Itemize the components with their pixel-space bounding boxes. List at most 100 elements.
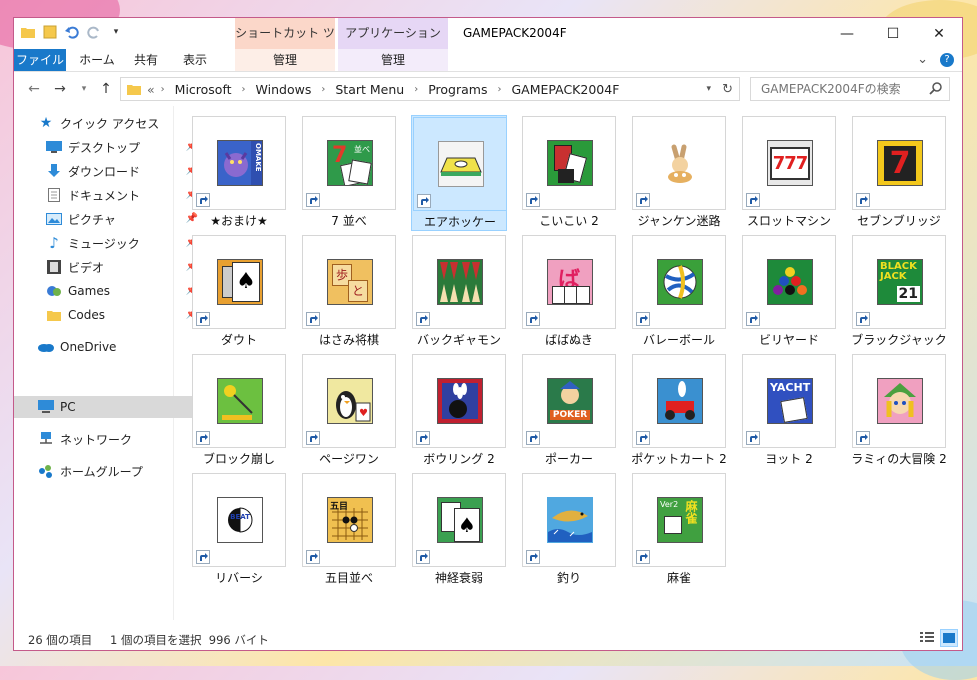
file-hasami-shogi[interactable]: 歩 と はさみ将棋 bbox=[301, 234, 397, 350]
nav-item-music[interactable]: ♪ ミュージック 📌 bbox=[14, 232, 204, 254]
back-arrow-icon[interactable]: ← bbox=[24, 80, 44, 98]
nav-item-games[interactable]: Games 📌 bbox=[14, 280, 204, 302]
large-icons-view-icon[interactable] bbox=[940, 629, 958, 647]
tab-manage-shortcut[interactable]: 管理 bbox=[235, 49, 335, 71]
ribbon-collapse-chevron-icon[interactable]: ⌄ bbox=[917, 52, 928, 67]
maximize-button[interactable]: ☐ bbox=[870, 18, 916, 49]
nav-item-pictures[interactable]: ピクチャ 📌 bbox=[14, 208, 204, 230]
nav-network[interactable]: ネットワーク bbox=[14, 428, 196, 450]
file-janken[interactable]: ジャンケン迷路 bbox=[631, 115, 727, 231]
breadcrumb-programs[interactable]: Programs bbox=[428, 82, 487, 97]
folder-icon bbox=[127, 83, 141, 95]
nav-label: ダウンロード bbox=[68, 164, 141, 179]
file-label: 五目並べ bbox=[324, 571, 373, 585]
file-fishing[interactable]: 釣り bbox=[521, 472, 617, 588]
poker-icon-text: POKER bbox=[550, 410, 590, 420]
nav-item-desktop[interactable]: デスクトップ 📌 bbox=[14, 136, 204, 158]
file-backgammon[interactable]: バックギャモン bbox=[411, 234, 507, 350]
context-tab-shortcut-tools[interactable]: ショートカット ツール bbox=[235, 18, 335, 71]
breadcrumb-separator-icon[interactable]: › bbox=[242, 84, 246, 95]
context-tab-application-tools[interactable]: アプリケーション ツール bbox=[338, 18, 448, 71]
file-thumbnail: 7 並べ bbox=[302, 116, 396, 210]
breadcrumb-windows[interactable]: Windows bbox=[256, 82, 312, 97]
nav-homegroup[interactable]: ホームグループ bbox=[14, 460, 196, 482]
address-dropdown-chevron-icon[interactable]: ▾ bbox=[706, 84, 711, 94]
chevron-down-icon[interactable]: ▾ bbox=[108, 24, 124, 40]
breadcrumb-overflow[interactable]: « bbox=[147, 82, 155, 97]
tab-file[interactable]: ファイル bbox=[14, 49, 66, 71]
file-pocket-kart2[interactable]: ポケットカート 2 bbox=[631, 353, 727, 469]
forward-arrow-icon[interactable]: → bbox=[50, 80, 70, 98]
nav-quick-access[interactable]: ★ クイック アクセス bbox=[14, 112, 196, 134]
nav-pc[interactable]: PC bbox=[14, 396, 196, 418]
file-7narabe[interactable]: 7 並べ 7 並べ bbox=[301, 115, 397, 231]
search-input[interactable] bbox=[759, 81, 933, 97]
file-babanuki[interactable]: ば ばばぬき bbox=[521, 234, 617, 350]
file-poker[interactable]: POKER ポーカー bbox=[521, 353, 617, 469]
ribbon-tabs: ファイル ホーム 共有 表示 管理 管理 ⌄ ? bbox=[14, 49, 962, 72]
breadcrumb-separator-icon[interactable]: › bbox=[161, 84, 165, 95]
breadcrumb-separator-icon[interactable]: › bbox=[414, 84, 418, 95]
close-button[interactable]: ✕ bbox=[916, 18, 962, 49]
file-label: セブンブリッジ bbox=[857, 214, 941, 228]
reversi-icon: BEAT REVERSI bbox=[217, 497, 263, 543]
breadcrumb-start-menu[interactable]: Start Menu bbox=[335, 82, 404, 97]
cloud-icon bbox=[38, 339, 54, 355]
file-blackjack[interactable]: BLACK JACK 21 ブラックジャック bbox=[851, 234, 947, 350]
file-koikoi2[interactable]: こいこい 2 bbox=[521, 115, 617, 231]
help-icon[interactable]: ? bbox=[940, 52, 954, 67]
tab-view[interactable]: 表示 bbox=[172, 49, 218, 71]
sevens-card-game-icon: 7 並べ bbox=[327, 140, 373, 186]
shortcut-arrow-icon bbox=[526, 193, 540, 207]
minimize-button[interactable]: — bbox=[824, 18, 870, 49]
properties-icon[interactable] bbox=[42, 24, 58, 40]
yacht-dice-icon: YACHT bbox=[767, 378, 813, 424]
file-seven-bridge[interactable]: 7 セブンブリッジ bbox=[851, 115, 947, 231]
file-omake[interactable]: OMAKE ★おまけ★ bbox=[191, 115, 287, 231]
file-doubt[interactable]: ♠ ダウト bbox=[191, 234, 287, 350]
address-bar[interactable]: « › Microsoft › Windows › Start Menu › P… bbox=[120, 77, 740, 101]
file-billiards[interactable]: ビリヤード bbox=[741, 234, 837, 350]
blackjack-icon: BLACK JACK 21 bbox=[877, 259, 923, 305]
recent-locations-chevron-icon[interactable]: ▾ bbox=[74, 80, 94, 98]
file-label: ばばぬき bbox=[545, 333, 593, 347]
tab-share[interactable]: 共有 bbox=[126, 49, 166, 71]
undo-icon[interactable] bbox=[64, 24, 80, 40]
search-box[interactable] bbox=[750, 77, 950, 101]
file-air-hockey[interactable]: エアホッケー bbox=[411, 115, 507, 231]
nav-onedrive[interactable]: OneDrive bbox=[14, 336, 196, 358]
file-volleyball[interactable]: バレーボール bbox=[631, 234, 727, 350]
nav-item-downloads[interactable]: ダウンロード 📌 bbox=[14, 160, 204, 182]
pictures-icon bbox=[46, 211, 62, 227]
nav-item-video[interactable]: ビデオ 📌 bbox=[14, 256, 204, 278]
details-view-icon[interactable] bbox=[918, 629, 936, 647]
shortcut-arrow-icon bbox=[196, 431, 210, 445]
tab-home[interactable]: ホーム bbox=[72, 49, 122, 71]
refresh-icon[interactable]: ↻ bbox=[722, 82, 733, 97]
file-reversi[interactable]: BEAT REVERSI リバーシ bbox=[191, 472, 287, 588]
shortcut-arrow-icon bbox=[306, 431, 320, 445]
file-page-one[interactable]: ♥ ページワン bbox=[301, 353, 397, 469]
breadcrumb-microsoft[interactable]: Microsoft bbox=[175, 82, 232, 97]
gomoku-board-icon: 五目 bbox=[327, 497, 373, 543]
mahjong-icon-text: 麻雀 bbox=[684, 500, 698, 524]
breadcrumb-separator-icon[interactable]: › bbox=[497, 84, 501, 95]
status-bar: 26 個の項目 1 個の項目を選択 996 バイト bbox=[14, 628, 962, 650]
file-yacht2[interactable]: YACHT ヨット 2 bbox=[741, 353, 837, 469]
file-mahjong[interactable]: Ver2 麻雀 麻雀 bbox=[631, 472, 727, 588]
file-bowling2[interactable]: ボウリング 2 bbox=[411, 353, 507, 469]
ver2-icon-text: Ver2 bbox=[660, 500, 679, 509]
file-slot-machine[interactable]: 777 スロットマシン bbox=[741, 115, 837, 231]
search-icon[interactable] bbox=[929, 81, 943, 98]
nav-item-codes[interactable]: Codes 📌 bbox=[14, 304, 204, 326]
file-rami-adventure2[interactable]: ラミィの大冒険 2 bbox=[851, 353, 947, 469]
redo-icon[interactable] bbox=[86, 24, 102, 40]
nav-item-documents[interactable]: ドキュメント 📌 bbox=[14, 184, 204, 206]
breadcrumb-gamepack[interactable]: GAMEPACK2004F bbox=[511, 82, 619, 97]
file-gomoku[interactable]: 五目 五目並べ bbox=[301, 472, 397, 588]
breadcrumb-separator-icon[interactable]: › bbox=[321, 84, 325, 95]
up-arrow-icon[interactable]: ↑ bbox=[96, 80, 116, 98]
file-concentration[interactable]: ♠ 神経衰弱 bbox=[411, 472, 507, 588]
tab-manage-application[interactable]: 管理 bbox=[338, 49, 448, 71]
file-block-breaker[interactable]: ブロック崩し bbox=[191, 353, 287, 469]
